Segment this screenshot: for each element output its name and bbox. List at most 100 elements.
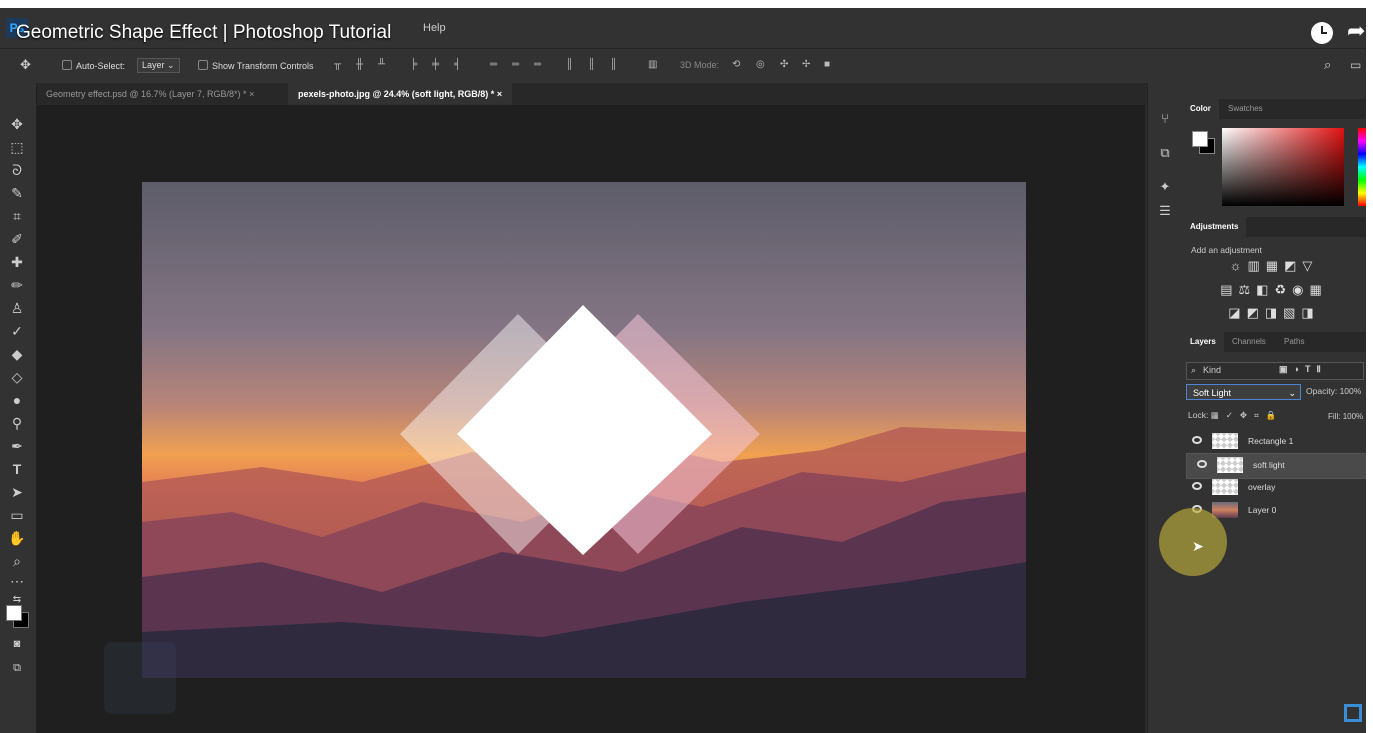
quick-select-tool-icon[interactable]: ✎ <box>8 184 26 202</box>
history-icon[interactable]: ⑂ <box>1156 111 1174 129</box>
align-left-icon[interactable]: ╞ <box>410 59 420 71</box>
tab-pexels-photo[interactable]: pexels-photo.jpg @ 24.4% (soft light, RG… <box>288 83 513 105</box>
auto-align-icon[interactable]: ▥ <box>648 59 658 71</box>
align-vcenter-icon[interactable]: ╫ <box>356 59 366 71</box>
properties-icon[interactable]: ⧉ <box>1156 145 1174 163</box>
3d-roll-icon[interactable]: ◎ <box>756 59 770 71</box>
color-panel-swatches[interactable] <box>1192 131 1215 154</box>
auto-select-checkbox[interactable]: Auto-Select: <box>62 60 125 71</box>
blur-tool-icon[interactable]: ● <box>8 391 26 409</box>
distribute-hcenter-icon[interactable]: ║ <box>588 59 598 71</box>
path-selection-tool-icon[interactable]: ➤ <box>8 483 26 501</box>
watch-later-icon[interactable] <box>1311 22 1333 44</box>
distribute-bottom-icon[interactable]: ═ <box>534 59 544 71</box>
align-hcenter-icon[interactable]: ╪ <box>432 59 442 71</box>
layer-filter-dropdown[interactable]: ⌕ Kind ▣◑TⅡ <box>1186 362 1364 380</box>
channel-logo-icon <box>1344 704 1362 722</box>
auto-select-label: Auto-Select: <box>76 61 126 71</box>
eraser-tool-icon[interactable]: ◆ <box>8 345 26 363</box>
hue-slider[interactable] <box>1358 128 1366 206</box>
align-bottom-icon[interactable]: ╨ <box>378 59 388 71</box>
filter-type-icons[interactable]: ▣◑TⅡ <box>1279 364 1327 375</box>
layer-row-overlay[interactable]: overlay <box>1182 476 1366 498</box>
watermark-logo <box>104 642 176 714</box>
healing-brush-tool-icon[interactable]: ✚ <box>8 253 26 271</box>
share-icon[interactable]: ➦ <box>1347 20 1365 42</box>
clone-stamp-tool-icon[interactable]: ♙ <box>8 299 26 317</box>
adjustment-icons-row-3[interactable]: ◪◩◨▧◨ <box>1182 305 1366 321</box>
distribute-right-icon[interactable]: ║ <box>610 59 620 71</box>
tab-geometry-effect[interactable]: Geometry effect.psd @ 16.7% (Layer 7, RG… <box>36 83 264 105</box>
adjustments-title: Add an adjustment <box>1191 245 1262 255</box>
move-tool-icon[interactable]: ✥ <box>20 57 31 73</box>
brush-tool-icon[interactable]: ✏ <box>8 276 26 294</box>
lock-controls[interactable]: Lock: ▦✓✥⌗🔒 <box>1188 410 1283 421</box>
visibility-eye-icon[interactable] <box>1192 436 1202 444</box>
visibility-eye-icon[interactable] <box>1197 460 1207 468</box>
tab-swatches[interactable]: Swatches <box>1220 99 1271 119</box>
video-overlay-controls: ➦ <box>1311 20 1365 44</box>
adjustment-icons-row-1[interactable]: ☼▥▦◩▽ <box>1182 258 1366 274</box>
lasso-tool-icon[interactable]: ᘐ <box>8 161 26 179</box>
history-brush-tool-icon[interactable]: ✓ <box>8 322 26 340</box>
align-right-icon[interactable]: ╡ <box>454 59 464 71</box>
layer-thumbnail <box>1212 433 1238 449</box>
layer-name: overlay <box>1248 482 1276 492</box>
filter-search-icon: ⌕ <box>1191 365 1197 375</box>
search-icon[interactable]: ⌕ <box>1324 57 1331 73</box>
visibility-eye-icon[interactable] <box>1192 482 1202 490</box>
distribute-left-icon[interactable]: ║ <box>566 59 576 71</box>
type-tool-icon[interactable]: T <box>8 460 26 478</box>
close-icon[interactable]: × <box>497 89 502 99</box>
eyedropper-tool-icon[interactable]: ✐ <box>8 230 26 248</box>
hand-tool-icon[interactable]: ✋ <box>8 529 26 547</box>
blend-mode-dropdown[interactable]: Soft Light ⌄ <box>1186 384 1301 400</box>
menu-item-help[interactable]: Help <box>423 22 446 34</box>
tab-channels[interactable]: Channels <box>1224 332 1274 352</box>
layer-thumbnail <box>1217 457 1243 473</box>
tab-adjustments[interactable]: Adjustments <box>1182 217 1247 237</box>
adjust-icon[interactable]: ☰ <box>1156 203 1174 221</box>
photoshop-window: Ps Help ✥ Auto-Select: Layer ⌄ Show Tran… <box>0 8 1366 733</box>
tab-color[interactable]: Color <box>1182 99 1219 119</box>
align-top-icon[interactable]: ╥ <box>334 59 344 71</box>
rectangle-tool-icon[interactable]: ▭ <box>8 506 26 524</box>
workspace-icon[interactable]: ▭ <box>1350 58 1361 72</box>
paint-bucket-tool-icon[interactable]: ◇ <box>8 368 26 386</box>
distribute-vcenter-icon[interactable]: ═ <box>512 59 522 71</box>
tools-panel: ✥ ⬚ ᘐ ✎ ⌗ ✐ ✚ ✏ ♙ ✓ ◆ ◇ ● ⚲ ✒ T ➤ ▭ ✋ ⌕ … <box>0 83 37 733</box>
more-tools-icon[interactable]: ⋯ <box>8 572 26 590</box>
adjustment-icons-row-2[interactable]: ▤⚖◧♻◉▦ <box>1182 282 1366 298</box>
foreground-color-swatch[interactable] <box>6 605 22 621</box>
canvas-area[interactable] <box>37 105 1145 733</box>
close-icon[interactable]: × <box>249 89 254 99</box>
tab-paths[interactable]: Paths <box>1276 332 1312 352</box>
3d-scale-icon[interactable]: ■ <box>824 59 838 71</box>
screen-mode-icon[interactable]: ⧉ <box>8 659 26 677</box>
pen-tool-icon[interactable]: ✒ <box>8 437 26 455</box>
color-picker-field[interactable] <box>1222 128 1344 206</box>
zoom-tool-icon[interactable]: ⌕ <box>8 552 26 570</box>
brushes-icon[interactable]: ✦ <box>1156 179 1174 197</box>
layer-row-rectangle-1[interactable]: Rectangle 1 <box>1182 430 1366 452</box>
fill-control[interactable]: Fill: 100% <box>1328 412 1363 421</box>
opacity-control[interactable]: Opacity: 100% <box>1306 386 1361 396</box>
3d-slide-icon[interactable]: ✢ <box>802 59 816 71</box>
video-title[interactable]: Geometric Shape Effect | Photoshop Tutor… <box>16 22 391 44</box>
layer-thumbnail <box>1212 479 1238 495</box>
dodge-tool-icon[interactable]: ⚲ <box>8 414 26 432</box>
show-transform-checkbox[interactable]: Show Transform Controls <box>198 60 314 71</box>
distribute-top-icon[interactable]: ═ <box>490 59 500 71</box>
marquee-tool-icon[interactable]: ⬚ <box>8 138 26 156</box>
document-image[interactable] <box>142 182 1026 678</box>
tab-layers[interactable]: Layers <box>1182 332 1224 352</box>
adjustments-tabs: Adjustments <box>1182 217 1366 237</box>
3d-pan-icon[interactable]: ✣ <box>780 59 794 71</box>
move-tool-icon[interactable]: ✥ <box>8 115 26 133</box>
3d-orbit-icon[interactable]: ⟲ <box>732 59 746 71</box>
document-tabs: Geometry effect.psd @ 16.7% (Layer 7, RG… <box>36 83 1146 105</box>
auto-select-dropdown[interactable]: Layer ⌄ <box>133 58 180 73</box>
quick-mask-icon[interactable]: ◙ <box>8 635 26 653</box>
crop-tool-icon[interactable]: ⌗ <box>8 207 26 225</box>
layers-panel-tabs: Layers Channels Paths <box>1182 332 1366 352</box>
